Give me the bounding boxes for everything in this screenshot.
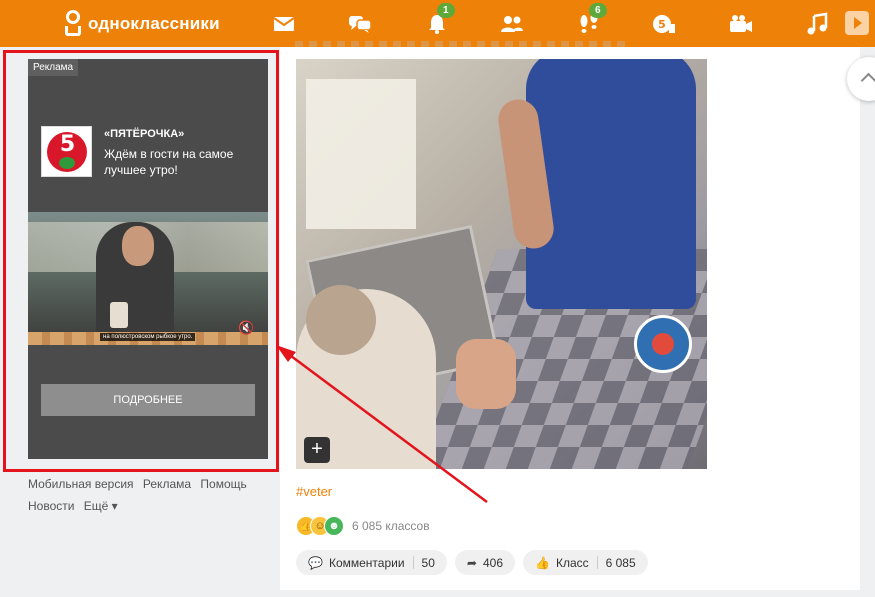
shares-count: 406 [482,555,503,570]
svg-text:5: 5 [658,18,666,31]
wow-reaction-icon: ☻ [324,516,344,536]
notifications-icon[interactable]: 1 [423,3,455,36]
comment-icon: 💬 [308,555,323,570]
share-icon: ➦ [466,555,477,570]
post-hashtag[interactable]: #veter [296,484,332,499]
footer-link-news[interactable]: Новости [28,499,74,513]
music-icon[interactable] [803,12,831,36]
brand-name: одноклассники [88,13,220,33]
footer-link-help[interactable]: Помощь [200,477,246,491]
guests-badge: 6 [589,3,607,18]
thumbs-up-icon: 👍 [535,555,550,570]
like-label: Класс [555,555,589,570]
reactions-summary[interactable]: 👍 ☺ ☻ 6 085 классов [296,516,430,536]
friends-icon[interactable] [498,12,526,36]
highlight-frame [3,50,279,472]
post-video[interactable] [296,59,707,469]
reactions-count: 6 085 классов [352,519,430,533]
watermark-stamp [634,315,692,373]
video-player-icon[interactable] [845,11,869,35]
ok-logo-icon [64,10,82,37]
like-button[interactable]: 👍 Класс 6 085 [523,550,648,575]
guests-icon[interactable]: 6 [575,3,607,36]
footer-links: Мобильная версия Реклама Помощь Новости … [28,473,258,517]
video-icon[interactable] [727,12,755,36]
footer-link-ads[interactable]: Реклама [143,477,191,491]
comments-label: Комментарии [328,555,405,570]
likes-count: 6 085 [605,555,636,570]
footer-link-mobile[interactable]: Мобильная версия [28,477,134,491]
add-icon[interactable]: + [304,437,330,463]
discussions-icon[interactable] [346,12,374,36]
notifications-badge: 1 [437,3,455,18]
footer-link-more[interactable]: Ещё ▾ [84,499,118,513]
events-icon[interactable]: 5 [650,12,678,36]
comments-button[interactable]: 💬 Комментарии 50 [296,550,447,575]
site-logo[interactable]: одноклассники [64,10,220,37]
share-button[interactable]: ➦ 406 [454,550,515,575]
top-navigation-bar: одноклассники 1 6 5 [0,0,875,47]
messages-icon[interactable] [270,12,298,36]
comments-count: 50 [421,555,435,570]
post-actions: 💬 Комментарии 50 ➦ 406 👍 Класс 6 085 [296,550,648,575]
